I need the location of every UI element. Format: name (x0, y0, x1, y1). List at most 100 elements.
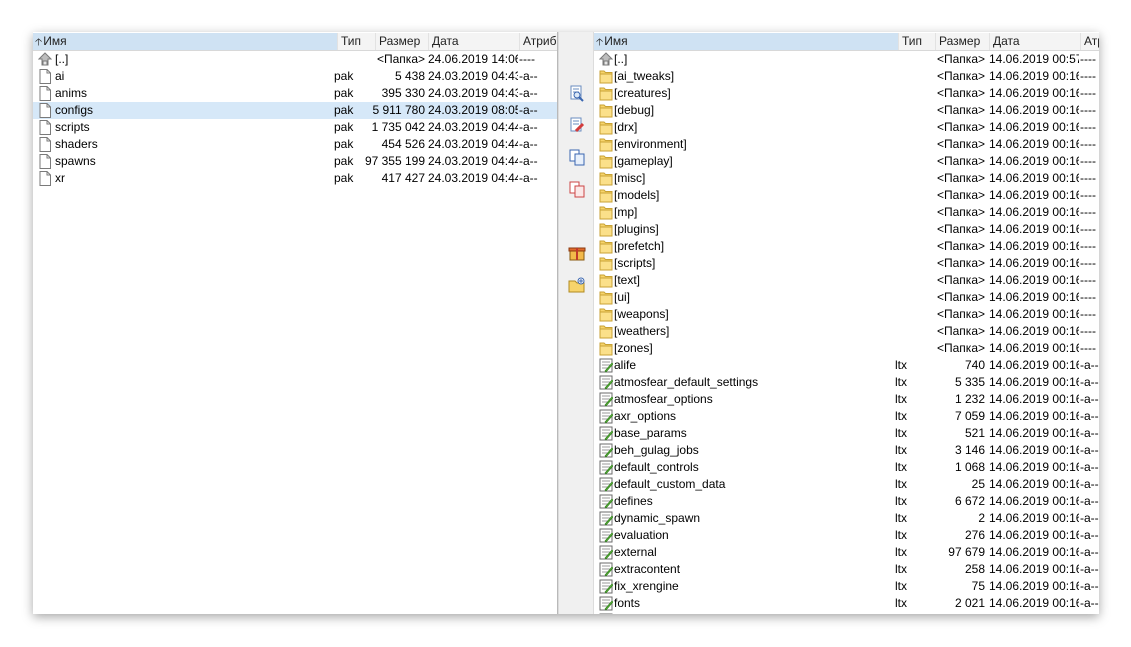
file-name: axr_options (614, 409, 677, 423)
file-date: 14.06.2019 00:16 (989, 545, 1079, 559)
file-date: 14.06.2019 00:16 (989, 307, 1079, 321)
file-row[interactable]: base_params ltx 521 14.06.2019 00:16 -a-- (594, 425, 1099, 442)
column-date-header[interactable]: Дата (989, 33, 1080, 50)
file-row[interactable] (594, 612, 1099, 614)
column-type-header[interactable]: Тип (898, 33, 935, 50)
file-row[interactable]: [gameplay] <Папка> 14.06.2019 00:16 ---- (594, 153, 1099, 170)
file-name: [ui] (614, 290, 631, 304)
file-row[interactable]: defines ltx 6 672 14.06.2019 00:16 -a-- (594, 493, 1099, 510)
file-row[interactable]: dynamic_spawn ltx 2 14.06.2019 00:16 -a-- (594, 510, 1099, 527)
file-row[interactable]: [models] <Папка> 14.06.2019 00:16 ---- (594, 187, 1099, 204)
file-date: 14.06.2019 00:16 (989, 358, 1079, 372)
file-name: spawns (55, 154, 96, 168)
column-name-header[interactable]: 🡡Имя (594, 33, 898, 50)
file-row[interactable]: shaders pak 454 526 24.03.2019 04:44 -a-- (33, 136, 557, 153)
ltx-file-icon (594, 612, 616, 614)
right-file-panel[interactable]: 🡡Имя Тип Размер Дата Атр [..] <Папка> 14.0… (594, 32, 1099, 614)
file-name: [prefetch] (614, 239, 665, 253)
file-size: 2 (978, 511, 985, 525)
parent-dir-row[interactable]: [..] <Папка> 14.06.2019 00:57 ---- (594, 51, 1099, 68)
file-row[interactable]: [misc] <Папка> 14.06.2019 00:16 ---- (594, 170, 1099, 187)
column-attr-header[interactable]: Атриб (519, 33, 557, 50)
file-row[interactable]: default_custom_data ltx 25 14.06.2019 00:16… (594, 476, 1099, 493)
file-name: extracontent (614, 562, 681, 576)
file-attr: -a-- (1080, 596, 1099, 610)
pack-icon[interactable] (568, 244, 586, 262)
view-icon[interactable] (568, 84, 586, 102)
column-name-header[interactable]: 🡡Имя (33, 33, 337, 50)
left-file-panel[interactable]: 🡡Имя Тип Размер Дата Атриб [..] <Папка> 24… (33, 32, 558, 614)
column-attr-header[interactable]: Атр (1080, 33, 1099, 50)
file-row[interactable]: fonts ltx 2 021 14.06.2019 00:16 -a-- (594, 595, 1099, 612)
file-row[interactable]: [text] <Папка> 14.06.2019 00:16 ---- (594, 272, 1099, 289)
file-attr: ---- (1080, 324, 1096, 338)
column-size-header[interactable]: Размер (375, 33, 428, 50)
file-row[interactable]: scripts pak 1 735 042 24.03.2019 04:44 -a-- (33, 119, 557, 136)
parent-dir-row[interactable]: [..] <Папка> 24.06.2019 14:06 ---- (33, 51, 557, 68)
file-row[interactable]: [weathers] <Папка> 14.06.2019 00:16 ---- (594, 323, 1099, 340)
file-row[interactable]: [environment] <Папка> 14.06.2019 00:16 ---- (594, 136, 1099, 153)
file-attr: -a-- (519, 86, 538, 100)
file-size: <Папка> (937, 154, 985, 168)
column-type-label: Тип (902, 34, 923, 48)
delete-icon[interactable] (568, 180, 586, 198)
file-row[interactable]: spawns pak 97 355 199 24.03.2019 04:44 -a-- (33, 153, 557, 170)
file-row[interactable]: alife ltx 740 14.06.2019 00:16 -a-- (594, 357, 1099, 374)
new-folder-icon[interactable] (568, 276, 586, 294)
file-date: 14.06.2019 00:16 (989, 375, 1079, 389)
file-row[interactable]: [prefetch] <Папка> 14.06.2019 00:16 ---- (594, 238, 1099, 255)
file-row[interactable]: extracontent ltx 258 14.06.2019 00:16 -a-- (594, 561, 1099, 578)
file-row[interactable]: [plugins] <Папка> 14.06.2019 00:16 ---- (594, 221, 1099, 238)
file-row[interactable]: fix_xrengine ltx 75 14.06.2019 00:16 -a-- (594, 578, 1099, 595)
file-row[interactable]: [debug] <Папка> 14.06.2019 00:16 ---- (594, 102, 1099, 119)
file-row[interactable]: anims pak 395 330 24.03.2019 04:43 -a-- (33, 85, 557, 102)
file-attr: -a-- (519, 154, 538, 168)
up-folder-icon (33, 51, 55, 68)
file-attr: ---- (1080, 205, 1096, 219)
column-size-header[interactable]: Размер (935, 33, 989, 50)
file-row[interactable]: default_controls ltx 1 068 14.06.2019 00:16… (594, 459, 1099, 476)
file-row[interactable]: atmosfear_options ltx 1 232 14.06.2019 00:1… (594, 391, 1099, 408)
folder-icon (594, 85, 616, 102)
file-name: scripts (55, 120, 90, 134)
folder-icon (594, 68, 616, 85)
file-size: 97 679 (948, 545, 985, 559)
copy-icon[interactable] (568, 148, 586, 166)
file-row[interactable]: [creatures] <Папка> 14.06.2019 00:16 ---- (594, 85, 1099, 102)
file-date: 14.06.2019 00:16 (989, 477, 1079, 491)
file-size: <Папка> (937, 307, 985, 321)
file-name: [weathers] (614, 324, 670, 338)
file-row[interactable]: [zones] <Папка> 14.06.2019 00:16 ---- (594, 340, 1099, 357)
file-attr: ---- (1080, 103, 1096, 117)
file-attr: ---- (1080, 273, 1096, 287)
file-name: atmosfear_options (614, 392, 713, 406)
file-date: 14.06.2019 00:16 (989, 188, 1079, 202)
file-row[interactable]: [ui] <Папка> 14.06.2019 00:16 ---- (594, 289, 1099, 306)
folder-icon (594, 136, 616, 153)
file-row[interactable]: [weapons] <Папка> 14.06.2019 00:16 ---- (594, 306, 1099, 323)
edit-icon[interactable] (568, 116, 586, 134)
file-row[interactable]: ai pak 5 438 24.03.2019 04:43 -a-- (33, 68, 557, 85)
file-icon (33, 136, 55, 153)
file-row[interactable]: axr_options ltx 7 059 14.06.2019 00:16 -a-- (594, 408, 1099, 425)
file-size: 395 330 (381, 86, 425, 100)
file-row[interactable]: [drx] <Папка> 14.06.2019 00:16 ---- (594, 119, 1099, 136)
file-row[interactable]: configs pak 5 911 780 24.03.2019 08:05 -a-- (33, 102, 557, 119)
file-size: <Папка> (937, 273, 985, 287)
file-row[interactable]: external ltx 97 679 14.06.2019 00:16 -a-- (594, 544, 1099, 561)
column-date-header[interactable]: Дата (428, 33, 519, 50)
file-size: 25 (971, 477, 985, 491)
file-row[interactable]: atmosfear_default_settings ltx 5 335 14.06.… (594, 374, 1099, 391)
file-row[interactable]: [mp] <Папка> 14.06.2019 00:16 ---- (594, 204, 1099, 221)
file-attr: -a-- (1080, 358, 1099, 372)
file-row[interactable]: beh_gulag_jobs ltx 3 146 14.06.2019 00:16 -a… (594, 442, 1099, 459)
file-row[interactable]: [scripts] <Папка> 14.06.2019 00:16 ---- (594, 255, 1099, 272)
file-row[interactable]: xr pak 417 427 24.03.2019 04:44 -a-- (33, 170, 557, 187)
file-attr: ---- (1080, 222, 1096, 236)
file-name: fonts (614, 596, 641, 610)
file-date: 14.06.2019 00:16 (989, 579, 1079, 593)
column-type-header[interactable]: Тип (337, 33, 375, 50)
file-row[interactable]: evaluation ltx 276 14.06.2019 00:16 -a-- (594, 527, 1099, 544)
file-name: shaders (55, 137, 98, 151)
file-row[interactable]: [ai_tweaks] <Папка> 14.06.2019 00:16 ---- (594, 68, 1099, 85)
